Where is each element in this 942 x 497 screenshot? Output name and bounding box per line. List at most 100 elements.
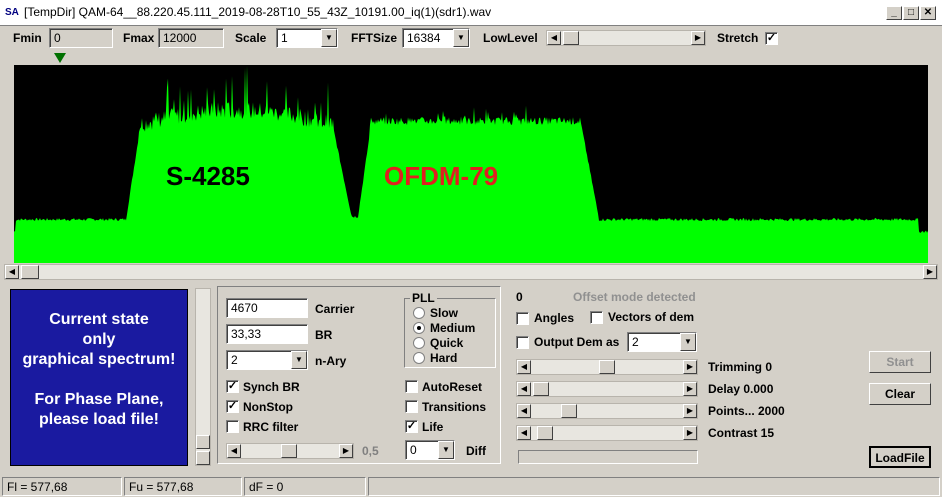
arrow-right-icon[interactable]: ▶ [691,31,705,45]
br-label: BR [315,328,333,342]
arrow-left-icon[interactable]: ◀ [5,265,19,279]
param-slider[interactable]: ◀ ▶ [226,443,354,459]
offset-status: Offset mode detected [573,290,696,304]
close-button[interactable]: ✕ [920,6,936,20]
arrow-down-icon[interactable] [196,451,210,465]
contrast-label: Contrast 15 [708,426,775,440]
demod-count: 0 [516,290,523,304]
title-bar: SA [TempDir] QAM-64__88.220.45.111_2019-… [0,0,942,26]
life-checkbox[interactable]: ✓ [405,420,418,433]
trimming-slider[interactable]: ◀ ▶ [516,359,698,375]
arrow-right-icon[interactable]: ▶ [339,444,353,458]
diff-label: Diff [466,444,486,458]
arrow-left-icon[interactable]: ◀ [517,404,531,418]
arrow-left-icon[interactable]: ◀ [227,444,241,458]
arrow-left-icon[interactable]: ◀ [547,31,561,45]
pll-radio-hard[interactable] [413,352,425,364]
fftsize-label: FFTSize [351,31,398,45]
contrast-slider[interactable]: ◀ ▶ [516,425,698,441]
pll-option-quick: Quick [430,336,464,350]
slider-thumb[interactable] [561,404,577,418]
spectrum-label-s4285: S-4285 [166,161,250,191]
state-vscroll[interactable] [195,288,211,466]
minimize-button[interactable]: _ [886,6,902,20]
lowlevel-slider[interactable]: ◀ ▶ [546,30,706,46]
vectors-checkbox[interactable] [590,311,603,324]
fmin-marker-icon[interactable] [54,53,66,63]
status-empty [368,477,940,496]
slider-thumb[interactable] [533,382,549,396]
pll-radio-medium[interactable] [413,322,425,334]
loadfile-button[interactable]: LoadFile [869,446,931,468]
stretch-label: Stretch [717,31,759,45]
progress-bar [518,450,698,464]
maximize-button[interactable]: □ [903,6,919,20]
arrow-right-icon[interactable]: ▶ [923,265,937,279]
delay-label: Delay 0.000 [708,382,774,396]
scroll-thumb[interactable] [21,265,39,279]
slider-thumb[interactable] [537,426,553,440]
pll-radio-quick[interactable] [413,337,425,349]
state-line: Current state [49,311,149,328]
points-slider[interactable]: ◀ ▶ [516,403,698,419]
slider-thumb[interactable] [563,31,579,45]
carrier-label: Carrier [315,302,355,316]
chevron-down-icon[interactable]: ▼ [321,29,337,47]
arrow-left-icon[interactable]: ◀ [517,382,531,396]
trimming-label: Trimming 0 [708,360,773,374]
pll-title: PLL [410,291,437,305]
nonstop-label: NonStop [243,400,293,414]
state-message-box: Current state only graphical spectrum! F… [10,289,188,466]
carrier-input[interactable]: 4670 [226,298,308,318]
synch-br-checkbox[interactable]: ✓ [226,380,239,393]
angles-checkbox[interactable] [516,312,529,325]
output-dem-checkbox[interactable] [516,336,529,349]
spectrum-display[interactable]: S-4285 OFDM-79 [14,65,928,264]
nary-select[interactable]: 2 ▼ [226,350,308,370]
state-line: graphical spectrum! [22,351,176,368]
pll-option-medium: Medium [430,321,476,335]
life-label: Life [422,420,444,434]
app-icon: SA [5,7,19,18]
fftsize-select[interactable]: 16384 ▼ [402,28,470,48]
start-button[interactable]: Start [869,351,931,373]
clear-button[interactable]: Clear [869,383,931,405]
nonstop-checkbox[interactable]: ✓ [226,400,239,413]
status-df: dF = 0 [244,477,366,496]
scroll-thumb[interactable] [196,435,210,449]
arrow-right-icon[interactable]: ▶ [683,360,697,374]
arrow-left-icon[interactable]: ◀ [517,426,531,440]
br-input[interactable]: 33,33 [226,324,308,344]
pll-radio-slow[interactable] [413,307,425,319]
stretch-checkbox[interactable]: ✓ [765,32,778,45]
chevron-down-icon[interactable]: ▼ [453,29,469,47]
arrow-left-icon[interactable]: ◀ [517,360,531,374]
autoreset-checkbox[interactable] [405,380,418,393]
points-label: Points... 2000 [708,404,785,418]
arrow-right-icon[interactable]: ▶ [683,382,697,396]
fmax-field[interactable]: 12000 [158,28,224,48]
state-line: For Phase Plane, [34,391,164,408]
state-line: please load file! [38,411,160,428]
fmin-field[interactable]: 0 [49,28,113,48]
output-dem-select[interactable]: 2 ▼ [627,332,697,352]
chevron-down-icon[interactable]: ▼ [680,333,696,351]
diff-select[interactable]: 0 ▼ [405,440,455,460]
nary-label: n-Ary [315,354,347,368]
arrow-right-icon[interactable]: ▶ [683,404,697,418]
slider-thumb[interactable] [281,444,297,458]
chevron-down-icon[interactable]: ▼ [291,351,307,369]
rrc-filter-checkbox[interactable] [226,420,239,433]
fmax-label: Fmax [123,31,155,45]
slider-thumb[interactable] [599,360,615,374]
delay-slider[interactable]: ◀ ▶ [516,381,698,397]
status-fu: Fu = 577,68 [124,477,242,496]
chevron-down-icon[interactable]: ▼ [438,441,454,459]
scale-select[interactable]: 1 ▼ [276,28,338,48]
vectors-label: Vectors of dem [608,310,695,324]
arrow-right-icon[interactable]: ▶ [683,426,697,440]
spectrum-scrollbar[interactable]: ◀ ▶ [4,264,938,280]
transitions-checkbox[interactable] [405,400,418,413]
scale-label: Scale [235,31,267,45]
state-line [11,370,187,390]
